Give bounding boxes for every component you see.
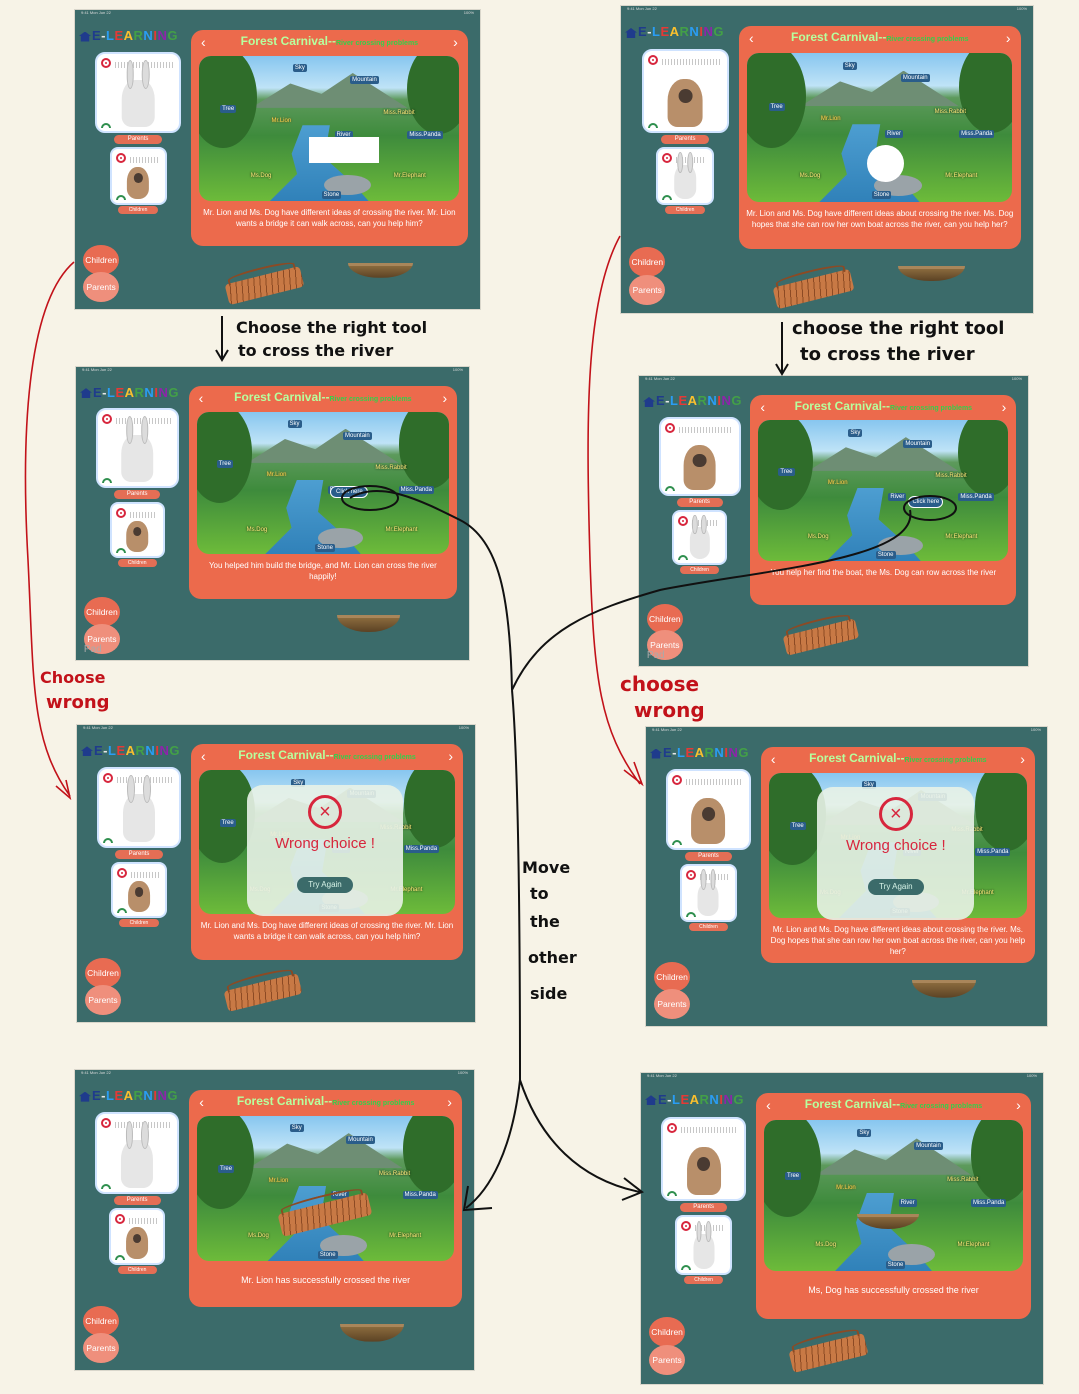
arrow-move-right	[519, 1079, 644, 1201]
arrow-left-down	[215, 316, 229, 362]
arrow-move-trunk	[511, 689, 521, 1081]
arrow-left-wrong	[24, 261, 75, 801]
arrow-move-left	[462, 1079, 521, 1212]
flow-arrows	[24, 235, 957, 1212]
arrow-click-left	[349, 490, 513, 691]
arrow-right-down	[775, 322, 789, 376]
click-circle-right	[903, 495, 957, 521]
storyboard: 9:41 Mon Jun 22 100% E-LEARNING Parents Chil…	[0, 0, 1079, 1394]
arrow-right-wrong	[587, 235, 644, 787]
arrow-click-right	[511, 509, 912, 691]
